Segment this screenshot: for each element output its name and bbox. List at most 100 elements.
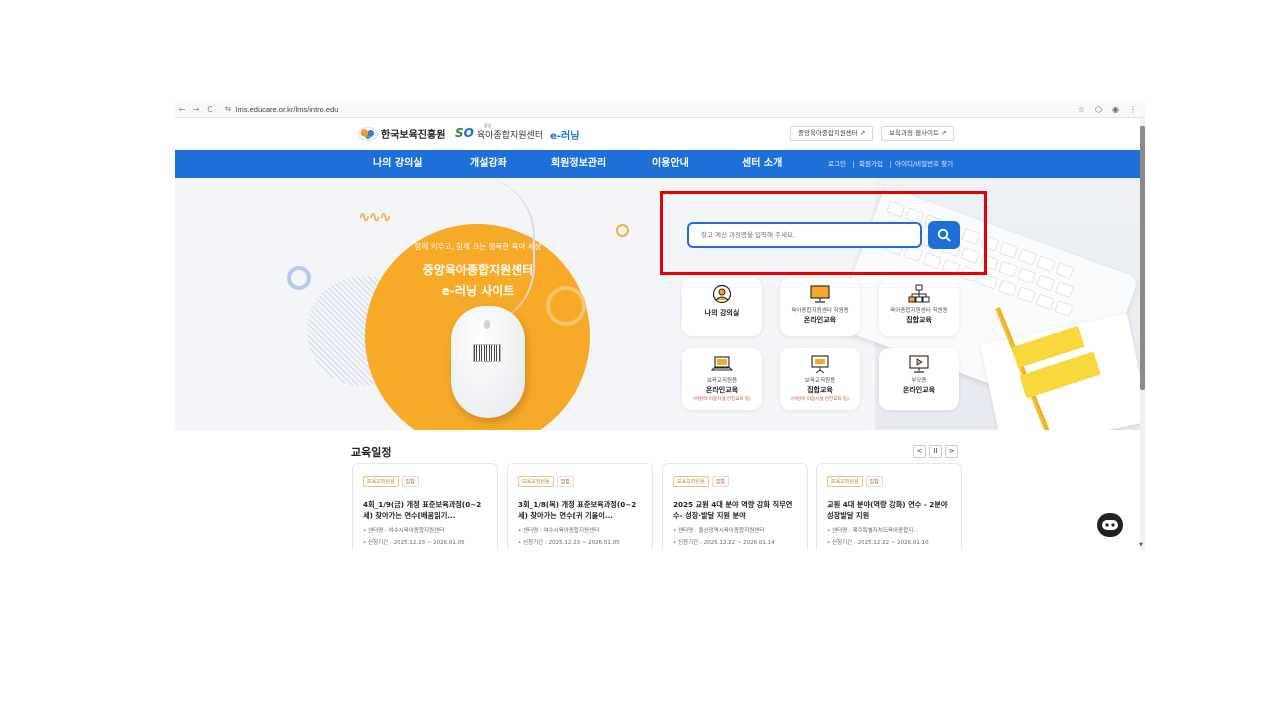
kcpi-logo[interactable]: 한국보육진흥원: [358, 126, 445, 141]
monitor-icon: [810, 285, 830, 303]
main-navigation: 나의 강의실 개설강좌 회원정보관리 이용안내 센터 소개 로그인 회원가입 아…: [175, 150, 1140, 178]
quick-label: 집합교육: [906, 316, 932, 324]
schedule-pause-button[interactable]: II: [929, 445, 942, 458]
website-viewport: 한국보육진흥원 SO 중앙 육아종합지원센터 e-러닝 중앙육아종합지원센터 ↗…: [175, 118, 1140, 550]
user-circle-icon: [712, 284, 732, 304]
browser-toolbar: ← → C ⇆ lms.educare.or.kr/lms/intro.edu …: [175, 101, 1145, 118]
quick-center-staff-online[interactable]: 육아종합지원센터 직원용 온라인교육: [780, 278, 860, 336]
chatbot-button[interactable]: [1097, 513, 1123, 537]
barcode-icon: [473, 344, 501, 362]
nav-courses[interactable]: 개설강좌: [470, 150, 507, 178]
quick-label: 온라인교육: [902, 386, 936, 394]
quick-target: 보육교직원용: [706, 378, 738, 384]
zigzag-decoration: ∿∿∿: [358, 208, 392, 226]
reload-icon[interactable]: C: [203, 105, 217, 114]
laptop-icon: [710, 356, 734, 371]
center-elearning-logo[interactable]: SO 중앙 육아종합지원센터 e-러닝: [455, 123, 580, 142]
schedule-card[interactable]: 보육교직원용 집합 4회_1/9(금) 개정 표준보육과정(0~2세) 찾아가는 …: [352, 463, 498, 550]
type-tag: 집합: [401, 476, 419, 487]
nav-guide[interactable]: 이용안내: [652, 150, 689, 178]
schedule-prev-button[interactable]: <: [913, 445, 926, 458]
blue-ring-decoration: [287, 266, 311, 290]
nav-member-info[interactable]: 회원정보관리: [551, 150, 606, 178]
util-divider: [853, 161, 854, 168]
quick-label: 온라인교육: [803, 316, 837, 324]
schedule-title: 교육일정: [351, 446, 392, 459]
external-link-center[interactable]: 중앙육아종합지원센터 ↗: [790, 126, 874, 141]
scrollbar-thumb[interactable]: [1140, 126, 1145, 390]
quick-label: 나의 강의실: [704, 309, 740, 317]
quick-parent-online[interactable]: 부모용 온라인교육: [879, 348, 959, 410]
login-link[interactable]: 로그인: [828, 150, 846, 178]
application-period: • 신청기간 : 2025.12.23 ~ 2026.01.05: [518, 540, 620, 546]
quick-target: 육아종합지원센터 직원용: [791, 308, 849, 314]
quick-target: 육아종합지원센터 직원용: [890, 308, 948, 314]
browser-actions: ☆ ⬡ ◉ ⋮: [1078, 105, 1145, 114]
presentation-board-icon: [811, 355, 829, 374]
external-link-curriculum[interactable]: 보육과정 웹사이트 ↗: [881, 126, 955, 141]
center-mark-icon: SO: [455, 126, 474, 140]
schedule-card[interactable]: 보육교직원용 집합 3회_1/8(목) 개정 표준보육과정(0~2세) 찾아가는 …: [507, 463, 653, 550]
course-title: 교원 4대 분야(역량 강화) 연수 - 2분야 성장발달 지원: [827, 500, 948, 520]
extensions-icon[interactable]: ⬡: [1095, 105, 1102, 114]
quick-note: (어린이 이용시설 안전교육 등): [693, 397, 751, 402]
application-period: • 신청기간 : 2025.12.22 ~ 2026.01.10: [827, 540, 929, 546]
course-title: 3회_1/8(목) 개정 표준보육과정(0~2세) 찾아가는 연수[귀 기울이.…: [518, 500, 637, 520]
quick-my-classroom[interactable]: 나의 강의실: [682, 278, 762, 336]
util-divider: [890, 161, 891, 168]
signup-link[interactable]: 회원가입: [859, 150, 883, 178]
elearning-label: e-러닝: [550, 131, 580, 142]
hero-banner: ∿∿∿ ∿∿∿ 함께 키우고, 함께 크는 행복한 육아 세상 중앙육아종합지원…: [175, 178, 1140, 430]
nav-about-center[interactable]: 센터 소개: [742, 150, 782, 178]
audience-tag: 보육교직원용: [363, 476, 399, 487]
forward-icon[interactable]: →: [189, 105, 203, 114]
quick-target: 부모용: [911, 378, 927, 384]
org-chart-icon: [908, 284, 930, 303]
audience-tag: 보육교직원용: [673, 476, 709, 487]
page-scrollbar[interactable]: ▼: [1139, 118, 1145, 550]
scroll-down-arrow-icon[interactable]: ▼: [1139, 542, 1143, 548]
center-small-label: 중앙: [484, 123, 492, 128]
search-highlight-box: [660, 191, 987, 275]
kcpi-emblem-icon: [358, 126, 378, 141]
center-name-text: • 센터명 : 제주특별자치도육아종합지...: [827, 528, 919, 534]
back-icon[interactable]: ←: [175, 105, 189, 114]
center-name-text: • 센터명 : 울산광역시육아종합지원센터: [673, 528, 765, 534]
schedule-next-button[interactable]: >: [945, 445, 958, 458]
video-monitor-icon: [909, 355, 929, 373]
quick-label: 온라인교육: [705, 386, 739, 394]
schedule-card[interactable]: 보육교직원용 집합 교원 4대 분야(역량 강화) 연수 - 2분야 성장발달 지…: [816, 463, 962, 550]
quick-center-staff-offline[interactable]: 육아종합지원센터 직원용 집합교육: [879, 278, 959, 336]
site-header: 한국보육진흥원 SO 중앙 육아종합지원센터 e-러닝 중앙육아종합지원센터 ↗…: [175, 118, 1140, 150]
mouse-illustration: [451, 306, 525, 418]
audience-tag: 보육교직원용: [827, 476, 863, 487]
center-name-text: • 센터명 : 여수시육아종합지원센터: [363, 528, 445, 534]
quick-label: 집합교육: [807, 386, 833, 394]
quick-teacher-online[interactable]: 보육교직원용 온라인교육 (어린이 이용시설 안전교육 등): [682, 348, 762, 410]
quick-teacher-offline[interactable]: 보육교직원용 집합교육 (어린이 이용시설 안전교육 등): [780, 348, 860, 410]
find-account-link[interactable]: 아이디/비밀번호 찾기: [895, 150, 953, 178]
audience-tag: 보육교직원용: [518, 476, 554, 487]
schedule-card[interactable]: 보육교직원용 집합 2025 교원 4대 분야 역량 강화 직무연수- 성장·발달…: [662, 463, 808, 550]
quick-target: 보육교직원용: [804, 378, 836, 384]
robot-icon: [1102, 520, 1118, 530]
type-tag: 집합: [711, 476, 729, 487]
center-name-text: • 센터명 : 여수시육아종합지원센터: [518, 528, 600, 534]
application-period: • 신청기간 : 2025.12.22 ~ 2026.01.14: [673, 540, 775, 546]
address-bar[interactable]: lms.educare.or.kr/lms/intro.edu: [236, 105, 339, 114]
course-title: 4회_1/9(금) 개정 표준보육과정(0~2세) 찾아가는 연수[배움읽기..…: [363, 500, 482, 520]
browser-menu-icon[interactable]: ⋮: [1129, 105, 1137, 114]
site-info-icon[interactable]: ⇆: [225, 105, 231, 113]
type-tag: 집합: [556, 476, 574, 487]
bookmark-star-icon[interactable]: ☆: [1078, 105, 1085, 114]
profile-icon[interactable]: ◉: [1112, 105, 1119, 114]
application-period: • 신청기간 : 2025.12.23 ~ 2026.01.05: [363, 540, 465, 546]
quick-note: (어린이 이용시설 안전교육 등): [791, 397, 849, 402]
screenshot-canvas: ← → C ⇆ lms.educare.or.kr/lms/intro.edu …: [0, 0, 1280, 720]
orange-ring-decoration: [616, 224, 629, 237]
type-tag: 집합: [865, 476, 883, 487]
center-name: 육아종합지원센터: [476, 131, 544, 141]
kcpi-logo-text: 한국보육진흥원: [381, 130, 446, 141]
course-title: 2025 교원 4대 분야 역량 강화 직무연수- 성장·발달 지원 분야: [673, 500, 793, 520]
nav-my-classroom[interactable]: 나의 강의실: [373, 150, 422, 178]
